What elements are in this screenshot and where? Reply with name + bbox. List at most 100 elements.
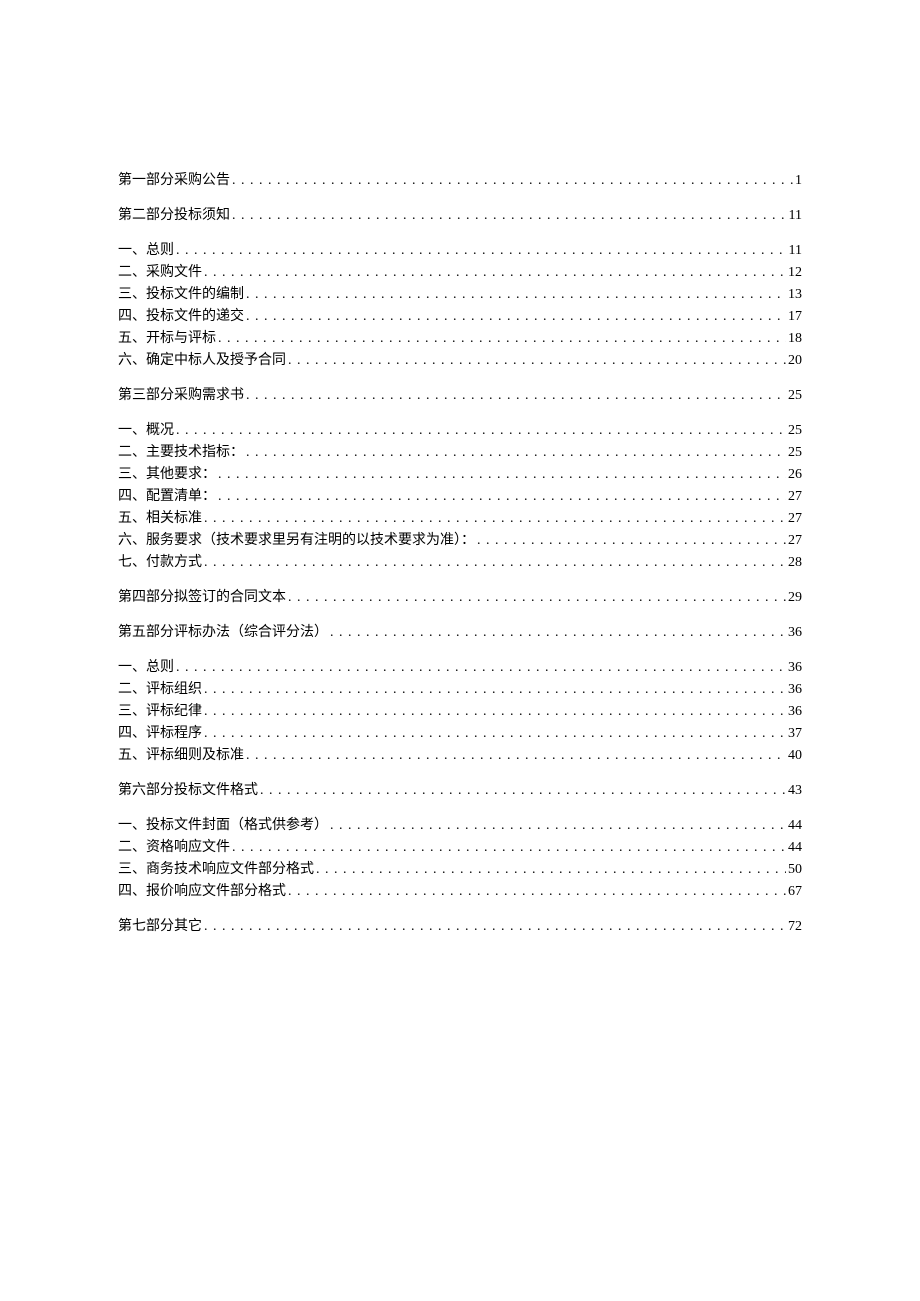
toc-label: 六、确定中标人及授予合同 — [118, 350, 286, 371]
toc-leader-dots — [204, 916, 786, 937]
toc-entry: 二、主要技术指标：25 — [118, 442, 802, 463]
toc-leader-dots — [232, 837, 786, 858]
toc-label: 一、总则 — [118, 240, 174, 261]
toc-leader-dots — [218, 328, 786, 349]
toc-entry: 三、其他要求： 26 — [118, 464, 802, 485]
toc-leader-dots — [204, 508, 786, 529]
toc-leader-dots — [246, 385, 786, 406]
toc-page-number: 1 — [795, 170, 802, 191]
toc-label: 二、采购文件 — [118, 262, 202, 283]
toc-label: 四、报价响应文件部分格式 — [118, 881, 286, 902]
toc-leader-dots — [204, 262, 786, 283]
toc-page-number: 44 — [788, 815, 802, 836]
toc-page-number: 67 — [788, 881, 802, 902]
toc-label: 三、其他要求： — [118, 464, 216, 485]
toc-label: 二、资格响应文件 — [118, 837, 230, 858]
toc-entry: 一、总则11 — [118, 240, 802, 261]
toc-page-number: 27 — [788, 486, 802, 507]
toc-label: 一、投标文件封面（格式供参考） — [118, 815, 328, 836]
toc-label: 第二部分投标须知 — [118, 205, 230, 226]
toc-leader-dots — [246, 442, 786, 463]
toc-label: 三、商务技术响应文件部分格式 — [118, 859, 314, 880]
toc-label: 第七部分其它 — [118, 916, 202, 937]
toc-leader-dots — [176, 420, 786, 441]
toc-label: 四、投标文件的递交 — [118, 306, 244, 327]
toc-label: 五、开标与评标 — [118, 328, 216, 349]
toc-page-number: 37 — [788, 723, 802, 744]
toc-page-number: 36 — [788, 701, 802, 722]
toc-entry: 七、付款方式 28 — [118, 552, 802, 573]
toc-page-number: 28 — [788, 552, 802, 573]
toc-leader-dots — [260, 780, 786, 801]
toc-label: 四、配置清单： — [118, 486, 216, 507]
toc-entry: 三、评标纪律36 — [118, 701, 802, 722]
toc-leader-dots — [288, 350, 786, 371]
toc-entry: 一、总则 36 — [118, 657, 802, 678]
toc-page-number: 44 — [788, 837, 802, 858]
toc-leader-dots — [330, 622, 786, 643]
toc-label: 一、总则 — [118, 657, 174, 678]
toc-leader-dots — [246, 284, 786, 305]
toc-label: 第三部分采购需求书 — [118, 385, 244, 406]
toc-entry: 五、评标细则及标准 40 — [118, 745, 802, 766]
toc-label: 五、相关标准 — [118, 508, 202, 529]
toc-page-number: 40 — [788, 745, 802, 766]
toc-page-number: 72 — [788, 916, 802, 937]
toc-entry: 第四部分拟签订的合同文本 29 — [118, 587, 802, 608]
toc-entry: 二、采购文件 12 — [118, 262, 802, 283]
toc-page-number: 13 — [788, 284, 802, 305]
toc-leader-dots — [288, 587, 786, 608]
toc-entry: 一、概况 25 — [118, 420, 802, 441]
toc-leader-dots — [477, 530, 786, 551]
toc-page-number: 25 — [788, 442, 802, 463]
toc-entry: 第一部分采购公告 1 — [118, 170, 802, 191]
toc-entry: 六、确定中标人及授予合同20 — [118, 350, 802, 371]
toc-label: 二、评标组织 — [118, 679, 202, 700]
toc-label: 第一部分采购公告 — [118, 170, 230, 191]
toc-page-number: 25 — [788, 420, 802, 441]
toc-entry: 第三部分采购需求书 25 — [118, 385, 802, 406]
toc-leader-dots — [232, 170, 793, 191]
toc-page-number: 29 — [788, 587, 802, 608]
toc-label: 第四部分拟签订的合同文本 — [118, 587, 286, 608]
toc-page-number: 43 — [788, 780, 802, 801]
toc-page-number: 36 — [788, 657, 802, 678]
toc-label: 七、付款方式 — [118, 552, 202, 573]
toc-entry: 第五部分评标办法（综合评分法） 36 — [118, 622, 802, 643]
toc-entry: 二、评标组织 36 — [118, 679, 802, 700]
toc-page-number: 11 — [789, 205, 802, 226]
toc-page-number: 36 — [788, 679, 802, 700]
toc-leader-dots — [204, 679, 786, 700]
toc-label: 一、概况 — [118, 420, 174, 441]
toc-label: 第五部分评标办法（综合评分法） — [118, 622, 328, 643]
toc-leader-dots — [288, 881, 786, 902]
toc-page-number: 36 — [788, 622, 802, 643]
toc-page-number: 17 — [788, 306, 802, 327]
toc-leader-dots — [246, 306, 786, 327]
toc-entry: 四、报价响应文件部分格式 67 — [118, 881, 802, 902]
toc-page-number: 27 — [788, 508, 802, 529]
toc-leader-dots — [204, 701, 786, 722]
toc-label: 第六部分投标文件格式 — [118, 780, 258, 801]
toc-leader-dots — [176, 240, 787, 261]
toc-entry: 一、投标文件封面（格式供参考） 44 — [118, 815, 802, 836]
toc-entry: 第七部分其它 72 — [118, 916, 802, 937]
toc-entry: 四、评标程序37 — [118, 723, 802, 744]
toc-label: 五、评标细则及标准 — [118, 745, 244, 766]
toc-page-number: 26 — [788, 464, 802, 485]
toc-page-number: 18 — [788, 328, 802, 349]
toc-label: 三、投标文件的编制 — [118, 284, 244, 305]
toc-leader-dots — [218, 464, 786, 485]
toc-entry: 三、投标文件的编制 13 — [118, 284, 802, 305]
toc-entry: 三、商务技术响应文件部分格式 50 — [118, 859, 802, 880]
toc-leader-dots — [246, 745, 786, 766]
toc-leader-dots — [204, 552, 786, 573]
toc-leader-dots — [176, 657, 786, 678]
toc-page-number: 12 — [788, 262, 802, 283]
toc-entry: 六、服务要求（技术要求里另有注明的以技术要求为准）：27 — [118, 530, 802, 551]
toc-page-number: 50 — [788, 859, 802, 880]
toc-page-number: 25 — [788, 385, 802, 406]
toc-page-number: 27 — [788, 530, 802, 551]
toc-leader-dots — [232, 205, 787, 226]
toc-entry: 五、相关标准 27 — [118, 508, 802, 529]
